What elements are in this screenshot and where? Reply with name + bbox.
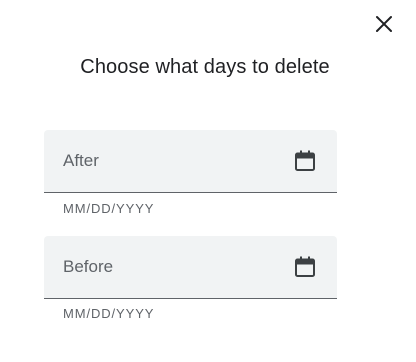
- before-calendar-button[interactable]: [293, 255, 317, 279]
- before-date-field[interactable]: Before: [44, 236, 337, 299]
- calendar-icon: [295, 150, 315, 171]
- delete-days-dialog: Choose what days to delete After MM/DD/Y…: [0, 0, 416, 362]
- dialog-title: Choose what days to delete: [80, 56, 330, 78]
- after-date-field[interactable]: After: [44, 130, 337, 193]
- before-date-helper: MM/DD/YYYY: [63, 306, 155, 321]
- close-icon: [376, 16, 392, 32]
- after-date-label: After: [63, 151, 99, 170]
- after-calendar-button[interactable]: [293, 149, 317, 173]
- after-date-helper: MM/DD/YYYY: [63, 201, 155, 216]
- before-date-label: Before: [63, 257, 114, 276]
- close-button[interactable]: [370, 10, 398, 38]
- calendar-icon: [295, 256, 315, 277]
